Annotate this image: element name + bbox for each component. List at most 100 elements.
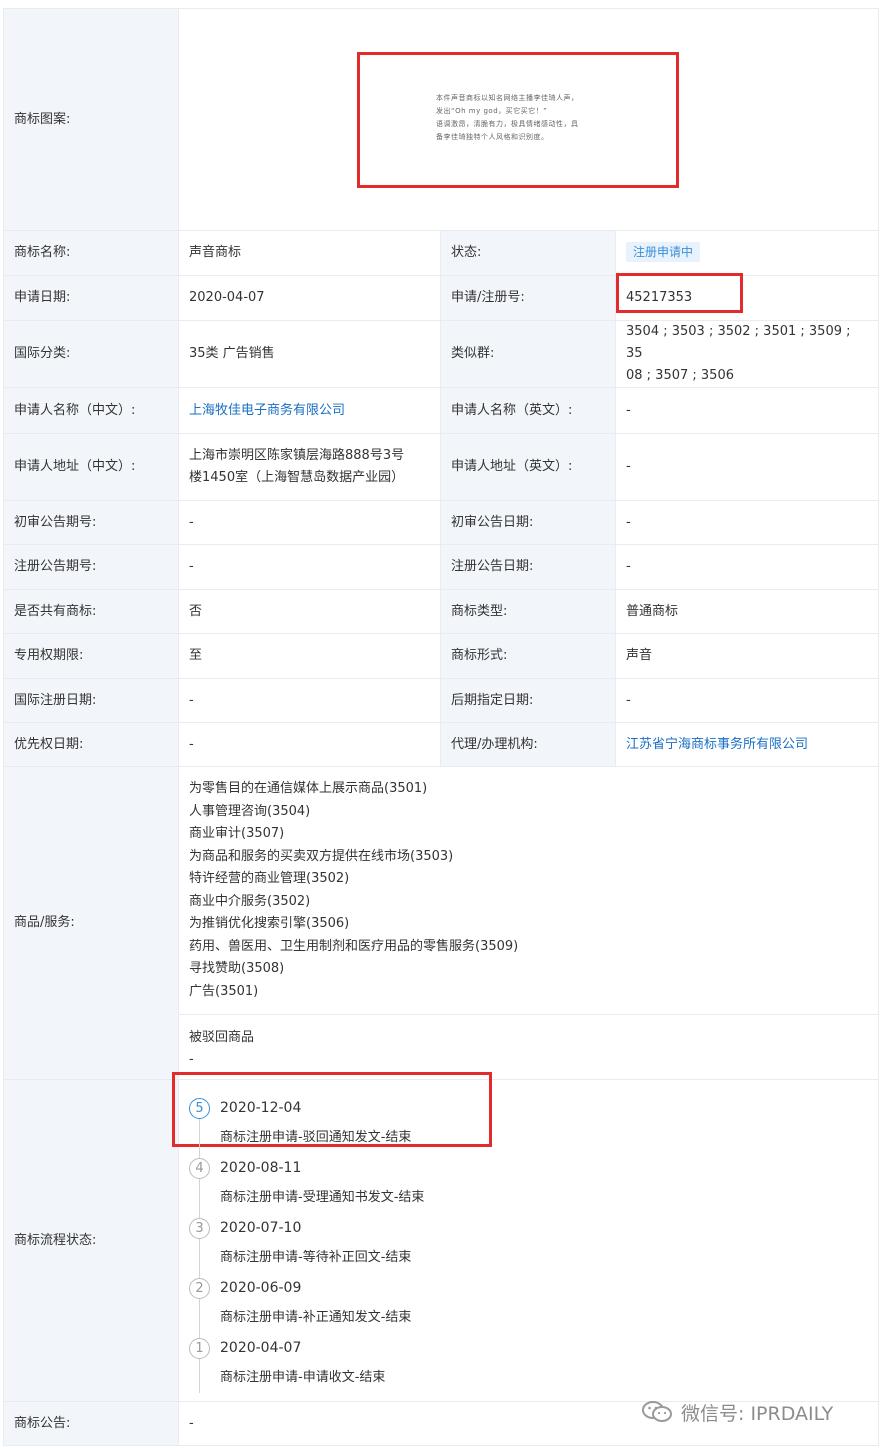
value-address-en: - bbox=[615, 433, 879, 501]
highlight-box-latest-step bbox=[172, 1072, 492, 1147]
label-intl-class: 国际分类: bbox=[3, 320, 179, 388]
label-name: 商标名称: bbox=[3, 230, 179, 276]
similar-group-line-2: 08 ; 3507 ; 3506 bbox=[626, 368, 734, 383]
row-shared: 是否共有商标: 否 商标类型: 普通商标 bbox=[3, 589, 879, 634]
label-announcement: 商标公告: bbox=[3, 1401, 179, 1446]
label-prelim-no: 初审公告期号: bbox=[3, 500, 179, 545]
value-prelim-date: - bbox=[615, 500, 879, 545]
value-name: 声音商标 bbox=[178, 230, 441, 276]
label-later-date: 后期指定日期: bbox=[440, 678, 616, 723]
row-exclusive: 专用权期限: 至 商标形式: 声音 bbox=[3, 633, 879, 679]
agent-cell: 江苏省宁海商标事务所有限公司 bbox=[615, 722, 879, 767]
row-priority: 优先权日期: - 代理/办理机构: 江苏省宁海商标事务所有限公司 bbox=[3, 722, 879, 767]
label-tm-type: 商标类型: bbox=[440, 589, 616, 634]
step-number-icon: 3 bbox=[189, 1218, 210, 1239]
value-intl-reg-date: - bbox=[178, 678, 441, 723]
row-goods: 商品/服务: 为零售目的在通信媒体上展示商品(3501) 人事管理咨询(3504… bbox=[3, 766, 879, 1080]
goods-item: 为推销优化搜索引擎(3506) bbox=[189, 916, 350, 931]
address-cn-line-2: 楼1450室（上海智慧岛数据产业园） bbox=[189, 470, 405, 485]
address-cn-line-1: 上海市崇明区陈家镇层海路888号3号 bbox=[189, 448, 405, 463]
value-tm-form: 声音 bbox=[615, 633, 879, 679]
label-goods: 商品/服务: bbox=[3, 766, 179, 1080]
label-apply-date: 申请日期: bbox=[3, 275, 179, 321]
goods-item: 寻找赞助(3508) bbox=[189, 961, 285, 976]
rejected-goods-value: - bbox=[189, 1052, 194, 1067]
value-reg-pub-date: - bbox=[615, 544, 879, 590]
row-prelim: 初审公告期号: - 初审公告日期: - bbox=[3, 500, 879, 545]
label-prelim-date: 初审公告日期: bbox=[440, 500, 616, 545]
goods-item: 商业中介服务(3502) bbox=[189, 893, 311, 909]
goods-item: 商业审计(3507) bbox=[189, 826, 285, 841]
row-address: 申请人地址（中文）: 上海市崇明区陈家镇层海路888号3号 楼1450室（上海智… bbox=[3, 433, 879, 501]
highlight-box-pattern bbox=[357, 52, 679, 188]
value-reg-pub-no: - bbox=[178, 544, 441, 590]
step-desc: 商标注册申请-受理通知书发文-结束 bbox=[220, 1190, 425, 1205]
step-number-icon: 4 bbox=[189, 1158, 210, 1179]
wechat-icon bbox=[641, 1400, 673, 1424]
goods-item: 药用、兽医用、卫生用制剂和医疗用品的零售服务(3509) bbox=[189, 938, 519, 954]
label-address-en: 申请人地址（英文）: bbox=[440, 433, 616, 501]
step-desc: 商标注册申请-申请收文-结束 bbox=[220, 1370, 386, 1385]
row-applicant: 申请人名称（中文）: 上海牧佳电子商务有限公司 申请人名称（英文）: - bbox=[3, 387, 879, 434]
wechat-watermark: 微信号: IPRDAILY bbox=[641, 1398, 833, 1426]
step-number-icon: 1 bbox=[189, 1338, 210, 1359]
address-cn-cell: 上海市崇明区陈家镇层海路888号3号 楼1450室（上海智慧岛数据产业园） bbox=[178, 433, 441, 501]
label-similar-group: 类似群: bbox=[440, 320, 616, 388]
similar-group-line-1: 3504 ; 3503 ; 3502 ; 3501 ; 3509 ; 35 bbox=[626, 324, 851, 361]
step-desc: 商标注册申请-等待补正回文-结束 bbox=[220, 1250, 412, 1265]
label-status: 状态: bbox=[440, 230, 616, 276]
value-prelim-no: - bbox=[178, 500, 441, 545]
timeline-connector bbox=[199, 1358, 200, 1393]
row-class: 国际分类: 35类 广告销售 类似群: 3504 ; 3503 ; 3502 ;… bbox=[3, 320, 879, 388]
trademark-info-table: 商标图案: 商标名称: 声音商标 状态: 注册申请中 申请日期: 2020-04… bbox=[3, 8, 879, 1446]
row-name: 商标名称: 声音商标 状态: 注册申请中 bbox=[3, 230, 879, 276]
value-tm-type: 普通商标 bbox=[615, 589, 879, 634]
flow-step: 1 2020-04-07 商标注册申请-申请收文-结束 bbox=[179, 1328, 878, 1393]
watermark-text: 微信号: IPRDAILY bbox=[681, 1402, 834, 1425]
value-intl-class: 35类 广告销售 bbox=[178, 320, 441, 388]
label-shared: 是否共有商标: bbox=[3, 589, 179, 634]
value-shared: 否 bbox=[178, 589, 441, 634]
step-date: 2020-04-07 bbox=[220, 1340, 302, 1356]
timeline-connector bbox=[199, 1118, 200, 1158]
timeline-connector bbox=[199, 1238, 200, 1278]
applicant-cn-cell: 上海牧佳电子商务有限公司 bbox=[178, 387, 441, 434]
flow-step: 2 2020-06-09 商标注册申请-补正通知发文-结束 bbox=[179, 1268, 878, 1338]
label-applicant-cn: 申请人名称（中文）: bbox=[3, 387, 179, 434]
step-number-icon: 5 bbox=[189, 1098, 210, 1119]
value-apply-date: 2020-04-07 bbox=[178, 275, 441, 321]
value-priority-date: - bbox=[178, 722, 441, 767]
value-exclusive: 至 bbox=[178, 633, 441, 679]
rejected-goods-title: 被驳回商品 bbox=[189, 1030, 255, 1045]
status-badge: 注册申请中 bbox=[626, 242, 701, 262]
label-applicant-en: 申请人名称（英文）: bbox=[440, 387, 616, 434]
goods-item: 为商品和服务的买卖双方提供在线市场(3503) bbox=[189, 848, 454, 864]
step-date: 2020-07-10 bbox=[220, 1220, 302, 1236]
label-agent: 代理/办理机构: bbox=[440, 722, 616, 767]
highlight-box-reg-no bbox=[616, 273, 743, 313]
flow-step: 3 2020-07-10 商标注册申请-等待补正回文-结束 bbox=[179, 1208, 878, 1278]
label-exclusive: 专用权期限: bbox=[3, 633, 179, 679]
row-reg-pub: 注册公告期号: - 注册公告日期: - bbox=[3, 544, 879, 590]
timeline-connector bbox=[199, 1298, 200, 1338]
label-pattern: 商标图案: bbox=[3, 8, 179, 231]
timeline-connector bbox=[199, 1178, 200, 1218]
applicant-cn-link[interactable]: 上海牧佳电子商务有限公司 bbox=[189, 403, 345, 418]
goods-cell: 为零售目的在通信媒体上展示商品(3501) 人事管理咨询(3504) 商业审计(… bbox=[178, 766, 879, 1080]
similar-group-cell: 3504 ; 3503 ; 3502 ; 3501 ; 3509 ; 35 08… bbox=[615, 320, 879, 388]
row-intl-reg: 国际注册日期: - 后期指定日期: - bbox=[3, 678, 879, 723]
step-desc: 商标注册申请-补正通知发文-结束 bbox=[220, 1310, 412, 1325]
agent-link[interactable]: 江苏省宁海商标事务所有限公司 bbox=[626, 737, 808, 752]
rejected-goods: 被驳回商品 - bbox=[179, 1014, 878, 1071]
label-priority-date: 优先权日期: bbox=[3, 722, 179, 767]
goods-item: 人事管理咨询(3504) bbox=[189, 803, 311, 819]
label-reg-no: 申请/注册号: bbox=[440, 275, 616, 321]
goods-item: 为零售目的在通信媒体上展示商品(3501) bbox=[189, 781, 428, 796]
label-intl-reg-date: 国际注册日期: bbox=[3, 678, 179, 723]
goods-list: 为零售目的在通信媒体上展示商品(3501) 人事管理咨询(3504) 商业审计(… bbox=[189, 778, 868, 1003]
goods-item: 特许经营的商业管理(3502) bbox=[189, 871, 350, 886]
status-cell: 注册申请中 bbox=[615, 230, 879, 276]
label-tm-form: 商标形式: bbox=[440, 633, 616, 679]
row-apply: 申请日期: 2020-04-07 申请/注册号: 45217353 bbox=[3, 275, 879, 321]
value-later-date: - bbox=[615, 678, 879, 723]
